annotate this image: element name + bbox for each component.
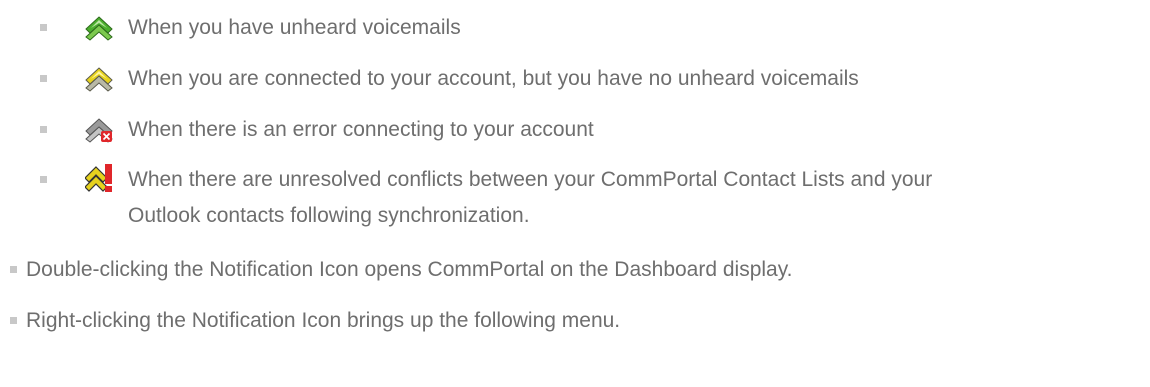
list-item: When there are unresolved conflicts betw…	[0, 160, 1150, 240]
yellow-chevron-conflict-icon	[84, 163, 113, 193]
yellow-chevron-icon	[85, 66, 113, 92]
note-text: Double-clicking the Notification Icon op…	[26, 258, 793, 281]
list-item-text-line2: Outlook contacts following synchronizati…	[128, 204, 530, 227]
note-item: Double-clicking the Notification Icon op…	[0, 250, 1150, 290]
list-item-text-line1: When there are unresolved conflicts betw…	[128, 168, 933, 191]
bullet	[40, 176, 47, 183]
list-item: When there is an error connecting to you…	[0, 110, 1150, 150]
bullet	[40, 75, 47, 82]
list-item-text: When you are connected to your account, …	[128, 67, 859, 90]
bullet	[40, 126, 47, 133]
grey-chevron-error-icon	[85, 117, 113, 143]
list-item: When you have unheard voicemails	[0, 8, 1150, 48]
list-item-text: When you have unheard voicemails	[128, 16, 461, 39]
note-item: Right-clicking the Notification Icon bri…	[0, 301, 1150, 341]
green-chevron-icon	[85, 15, 113, 41]
bullet	[10, 266, 17, 273]
notification-icon-description: When you have unheard voicemails When yo…	[0, 0, 1150, 387]
note-text: Right-clicking the Notification Icon bri…	[26, 309, 621, 332]
list-item: When you are connected to your account, …	[0, 59, 1150, 99]
bullet	[40, 24, 47, 31]
bullet	[10, 317, 17, 324]
list-item-text: When there is an error connecting to you…	[128, 118, 594, 141]
